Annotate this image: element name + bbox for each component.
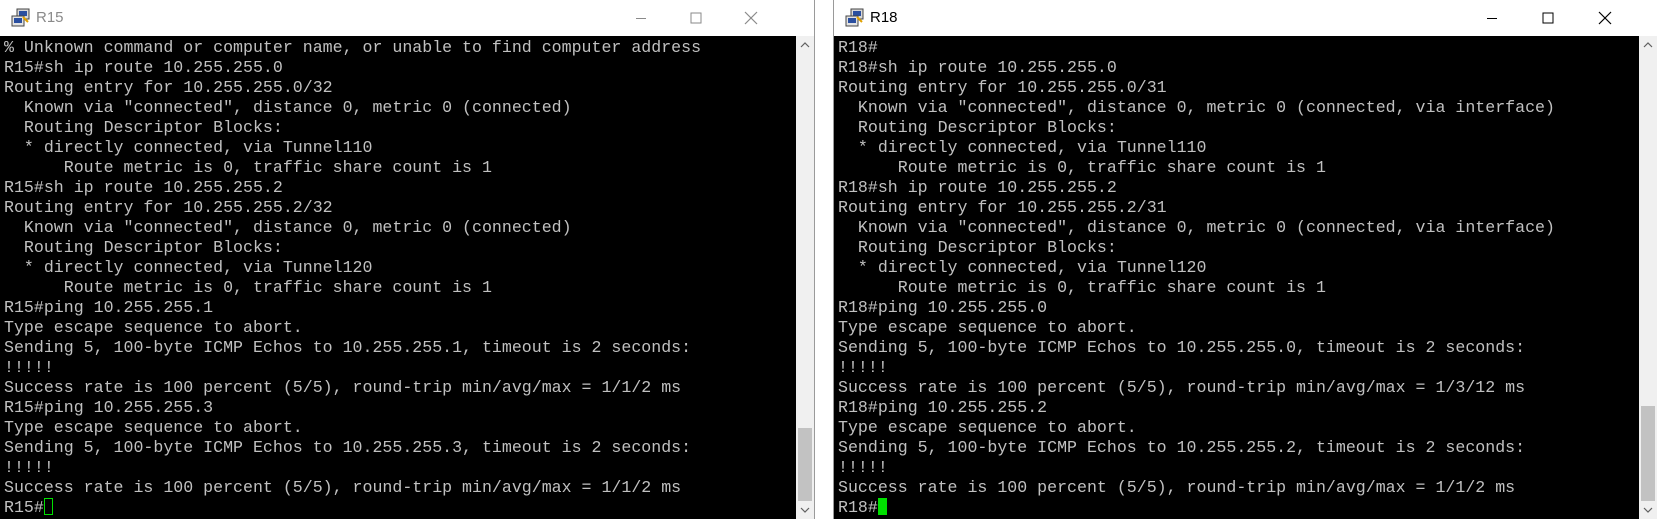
minimize-button[interactable] bbox=[618, 0, 664, 36]
minimize-button[interactable] bbox=[1469, 0, 1515, 36]
minimize-icon bbox=[1487, 18, 1497, 19]
terminal-line: R15#sh ip route 10.255.255.2 bbox=[4, 178, 283, 197]
terminal-line: Type escape sequence to abort. bbox=[4, 418, 303, 437]
maximize-icon bbox=[690, 12, 702, 24]
terminal-window-r15[interactable]: R15 % Unknown command or computer name, … bbox=[0, 0, 815, 519]
terminal-line: * directly connected, via Tunnel110 bbox=[838, 138, 1207, 157]
terminal-line: Sending 5, 100-byte ICMP Echos to 10.255… bbox=[838, 338, 1526, 357]
chevron-up-icon bbox=[800, 42, 810, 48]
terminal-line: Route metric is 0, traffic share count i… bbox=[838, 278, 1326, 297]
prompt-line[interactable]: R18# bbox=[838, 498, 1555, 518]
close-icon bbox=[744, 11, 758, 25]
terminal-line: Success rate is 100 percent (5/5), round… bbox=[4, 478, 682, 497]
terminal-line: R18#ping 10.255.255.0 bbox=[838, 298, 1048, 317]
terminal-line: !!!!! bbox=[838, 358, 888, 377]
terminal-line: Route metric is 0, traffic share count i… bbox=[4, 158, 492, 177]
terminal-line: !!!!! bbox=[4, 458, 54, 477]
minimize-icon bbox=[636, 18, 646, 19]
scroll-down-button[interactable] bbox=[796, 501, 814, 519]
chevron-down-icon bbox=[1643, 507, 1653, 513]
title-bar[interactable]: R18 bbox=[834, 0, 1657, 36]
terminal-line: Known via "connected", distance 0, metri… bbox=[838, 218, 1555, 237]
terminal-line: Route metric is 0, traffic share count i… bbox=[838, 158, 1326, 177]
terminal-output: % Unknown command or computer name, or u… bbox=[4, 38, 701, 518]
terminal-line: R15#ping 10.255.255.1 bbox=[4, 298, 214, 317]
terminal-line: * directly connected, via Tunnel120 bbox=[4, 258, 373, 277]
terminal-line: Routing Descriptor Blocks: bbox=[4, 238, 283, 257]
maximize-button[interactable] bbox=[673, 0, 719, 36]
terminal-line: Sending 5, 100-byte ICMP Echos to 10.255… bbox=[4, 338, 692, 357]
vertical-scrollbar[interactable] bbox=[1639, 36, 1657, 519]
terminal-line: Success rate is 100 percent (5/5), round… bbox=[4, 378, 682, 397]
vertical-scrollbar[interactable] bbox=[796, 36, 814, 519]
maximize-button[interactable] bbox=[1525, 0, 1571, 36]
terminal-line: R18#sh ip route 10.255.255.2 bbox=[838, 178, 1117, 197]
terminal-line: Route metric is 0, traffic share count i… bbox=[4, 278, 492, 297]
terminal-line: R15#ping 10.255.255.3 bbox=[4, 398, 214, 417]
window-title: R15 bbox=[36, 9, 64, 26]
text-cursor bbox=[877, 498, 887, 515]
terminal-line: * directly connected, via Tunnel110 bbox=[4, 138, 373, 157]
terminal-line: Routing Descriptor Blocks: bbox=[4, 118, 283, 137]
terminal-line: Sending 5, 100-byte ICMP Echos to 10.255… bbox=[838, 438, 1526, 457]
scroll-up-button[interactable] bbox=[796, 36, 814, 54]
terminal-line: R15#sh ip route 10.255.255.0 bbox=[4, 58, 283, 77]
title-bar[interactable]: R15 bbox=[0, 0, 814, 36]
terminal-line: !!!!! bbox=[4, 358, 54, 377]
terminal-area[interactable]: R18# R18#sh ip route 10.255.255.0 Routing … bbox=[834, 36, 1640, 519]
window-gap bbox=[815, 0, 833, 519]
close-button[interactable] bbox=[1582, 0, 1628, 36]
putty-icon[interactable] bbox=[11, 8, 31, 28]
terminal-line: Routing entry for 10.255.255.0/32 bbox=[4, 78, 333, 97]
terminal-output: R18# R18#sh ip route 10.255.255.0 Routing … bbox=[838, 38, 1555, 518]
terminal-line: Known via "connected", distance 0, metri… bbox=[4, 98, 572, 117]
terminal-line: Routing entry for 10.255.255.2/32 bbox=[4, 198, 333, 217]
scroll-down-button[interactable] bbox=[1639, 501, 1657, 519]
terminal-line: R18#ping 10.255.255.2 bbox=[838, 398, 1048, 417]
prompt-line[interactable]: R15# bbox=[4, 498, 701, 518]
terminal-line: * directly connected, via Tunnel120 bbox=[838, 258, 1207, 277]
prompt-text: R15# bbox=[4, 498, 44, 517]
terminal-window-r18[interactable]: R18 R18# R18#sh ip route 10.255.255.0 Rout… bbox=[833, 0, 1657, 519]
terminal-line: % Unknown command or computer name, or u… bbox=[4, 38, 702, 57]
terminal-line: R18# bbox=[838, 38, 878, 57]
terminal-line: Routing entry for 10.255.255.0/31 bbox=[838, 78, 1167, 97]
close-icon bbox=[1598, 11, 1612, 25]
terminal-line: Type escape sequence to abort. bbox=[838, 418, 1137, 437]
terminal-line: !!!!! bbox=[838, 458, 888, 477]
window-title: R18 bbox=[870, 9, 898, 26]
terminal-line: Sending 5, 100-byte ICMP Echos to 10.255… bbox=[4, 438, 692, 457]
putty-icon[interactable] bbox=[845, 8, 865, 28]
terminal-line: Routing Descriptor Blocks: bbox=[838, 118, 1117, 137]
terminal-line: Known via "connected", distance 0, metri… bbox=[4, 218, 572, 237]
terminal-line: Type escape sequence to abort. bbox=[4, 318, 303, 337]
scrollbar-thumb[interactable] bbox=[1641, 406, 1655, 501]
text-cursor bbox=[43, 498, 53, 515]
terminal-line: Known via "connected", distance 0, metri… bbox=[838, 98, 1555, 117]
chevron-up-icon bbox=[1643, 42, 1653, 48]
terminal-line: Success rate is 100 percent (5/5), round… bbox=[838, 478, 1516, 497]
maximize-icon bbox=[1542, 12, 1554, 24]
terminal-line: Routing Descriptor Blocks: bbox=[838, 238, 1117, 257]
terminal-line: Routing entry for 10.255.255.2/31 bbox=[838, 198, 1167, 217]
prompt-text: R18# bbox=[838, 498, 878, 517]
terminal-line: R18#sh ip route 10.255.255.0 bbox=[838, 58, 1117, 77]
scrollbar-thumb[interactable] bbox=[798, 428, 812, 501]
chevron-down-icon bbox=[800, 507, 810, 513]
terminal-line: Success rate is 100 percent (5/5), round… bbox=[838, 378, 1526, 397]
terminal-area[interactable]: % Unknown command or computer name, or u… bbox=[0, 36, 797, 519]
close-button[interactable] bbox=[728, 0, 774, 36]
terminal-line: Type escape sequence to abort. bbox=[838, 318, 1137, 337]
scroll-up-button[interactable] bbox=[1639, 36, 1657, 54]
